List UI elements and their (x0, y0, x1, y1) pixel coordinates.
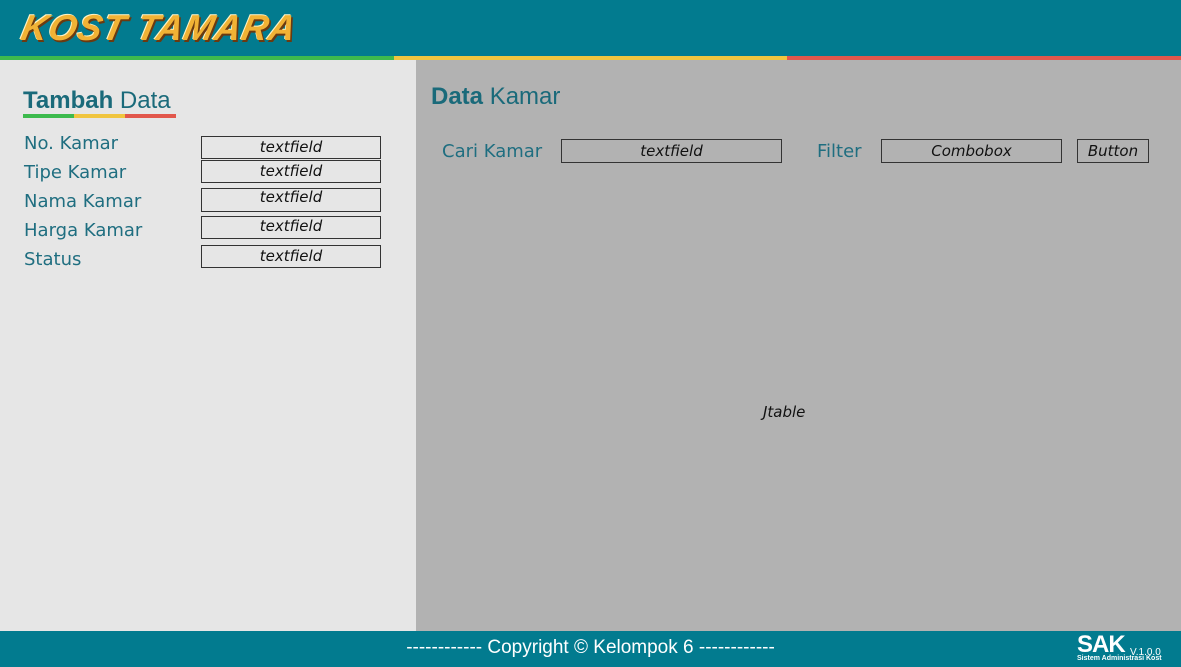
data-kamar-title: Data Kamar (431, 83, 560, 111)
sak-brand: SAK V.1.0.0 Sistem Administrasi Kost (1077, 631, 1162, 662)
label-harga-kamar: Harga Kamar (24, 220, 143, 241)
filter-button[interactable]: Button (1077, 139, 1149, 163)
app-footer: ------------ Copyright © Kelompok 6 ----… (0, 631, 1181, 667)
add-data-title-bold: Tambah (23, 87, 114, 114)
filter-label: Filter (817, 141, 862, 162)
sak-brand-name: SAK (1077, 631, 1126, 658)
nama-kamar-field[interactable]: textfield (201, 188, 381, 212)
filter-combobox[interactable]: Combobox (881, 139, 1062, 163)
harga-kamar-field[interactable]: textfield (201, 216, 381, 239)
label-status: Status (24, 249, 82, 270)
title-underline-red (125, 114, 176, 118)
search-kamar-input[interactable]: textfield (561, 139, 782, 163)
label-tipe-kamar: Tipe Kamar (24, 162, 127, 183)
add-data-title: Tambah Data (23, 87, 171, 115)
data-kamar-title-bold: Data (431, 83, 484, 110)
sak-subtitle: Sistem Administrasi Kost (1077, 655, 1162, 662)
app-logo: KOST TAMARA (17, 7, 301, 48)
status-field[interactable]: textfield (201, 245, 381, 268)
tipe-kamar-field[interactable]: textfield (201, 160, 381, 183)
add-data-title-light: Data (119, 87, 171, 114)
copyright-text: ------------ Copyright © Kelompok 6 ----… (406, 637, 775, 658)
title-underline-yellow (74, 114, 125, 118)
no-kamar-field[interactable]: textfield (201, 136, 381, 159)
search-kamar-label: Cari Kamar (442, 141, 543, 162)
label-no-kamar: No. Kamar (24, 133, 119, 154)
title-underline-green (23, 114, 74, 118)
app-header: KOST TAMARA (0, 0, 1181, 56)
data-kamar-table[interactable]: Jtable (763, 403, 805, 421)
label-nama-kamar: Nama Kamar (24, 191, 142, 212)
data-kamar-title-light: Kamar (489, 83, 561, 110)
